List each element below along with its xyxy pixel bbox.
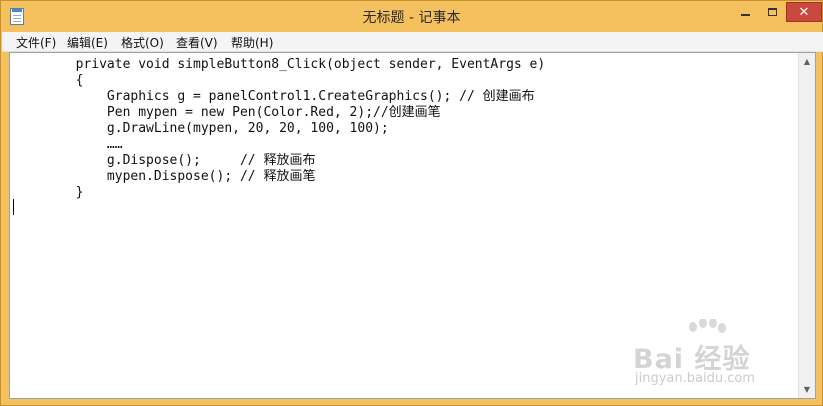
code-line: Graphics g = panelControl1.CreateGraphic… <box>13 89 535 104</box>
code-line: { <box>13 73 84 88</box>
maximize-icon <box>768 8 777 16</box>
window-title: 无标题 - 记事本 <box>362 10 461 26</box>
code-line: …… <box>13 137 123 152</box>
chevron-down-icon: ▼ <box>803 385 811 394</box>
code-line: Pen mypen = new Pen(Color.Red, 2);//创建画笔 <box>13 105 441 120</box>
close-icon: ✕ <box>798 4 810 20</box>
menu-help[interactable]: 帮助(H) <box>231 34 273 51</box>
editor-text-area[interactable]: private void simpleButton8_Click(object … <box>10 53 799 398</box>
minimize-icon <box>741 14 750 16</box>
scroll-down-button[interactable]: ▼ <box>799 381 815 398</box>
menu-format[interactable]: 格式(O) <box>121 34 164 51</box>
vertical-scrollbar[interactable]: ▲ ▼ <box>798 53 815 398</box>
scroll-up-button[interactable]: ▲ <box>799 53 815 70</box>
code-line: g.DrawLine(mypen, 20, 20, 100, 100); <box>13 121 389 136</box>
menu-edit[interactable]: 编辑(E) <box>67 34 108 51</box>
code-line: g.Dispose(); // 释放画布 <box>13 153 316 168</box>
close-button[interactable]: ✕ <box>786 2 822 22</box>
minimize-button[interactable] <box>732 2 759 22</box>
text-editor[interactable]: private void simpleButton8_Click(object … <box>9 52 816 399</box>
menu-file[interactable]: 文件(F) <box>16 34 56 51</box>
code-line: mypen.Dispose(); // 释放画笔 <box>13 169 316 184</box>
text-caret <box>13 199 14 215</box>
maximize-button[interactable] <box>759 2 786 22</box>
code-line: private void simpleButton8_Click(object … <box>13 57 546 72</box>
code-line: } <box>13 185 84 200</box>
menu-view[interactable]: 查看(V) <box>176 34 218 51</box>
title-bar[interactable]: 无标题 - 记事本 ✕ <box>1 1 822 32</box>
chevron-up-icon: ▲ <box>803 57 811 66</box>
notepad-window: 无标题 - 记事本 ✕ 文件(F) 编辑(E) 格式(O) 查看(V) 帮助(H… <box>0 0 823 406</box>
menu-bar: 文件(F) 编辑(E) 格式(O) 查看(V) 帮助(H) <box>2 32 823 52</box>
